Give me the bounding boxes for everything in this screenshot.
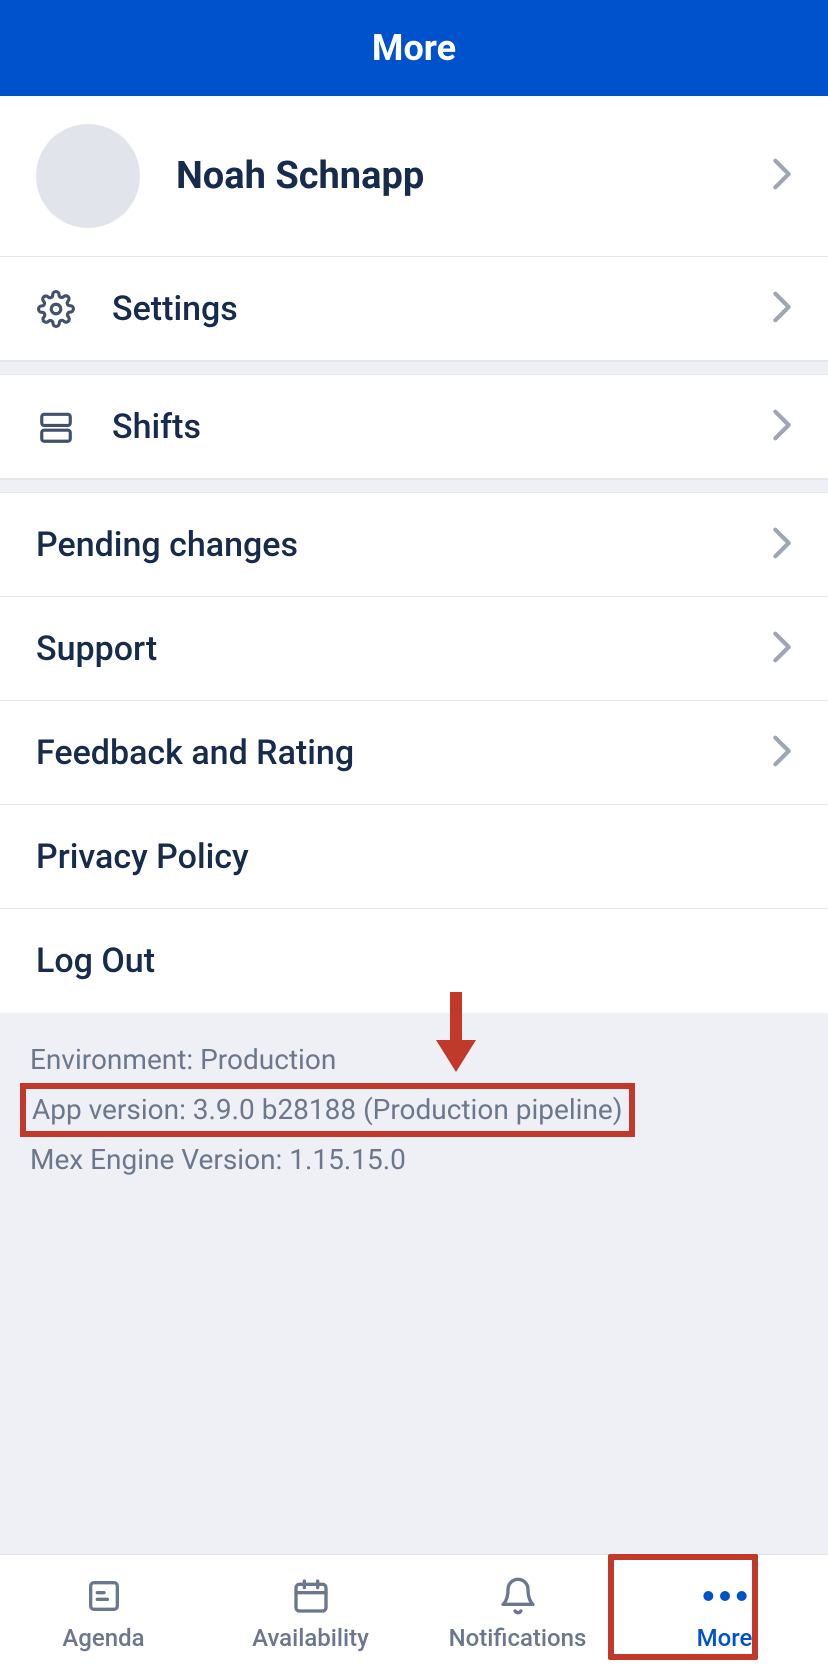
privacy-label: Privacy Policy	[36, 837, 792, 877]
chevron-right-icon	[772, 290, 792, 328]
profile-row[interactable]: Noah Schnapp	[0, 96, 828, 257]
chevron-right-icon	[772, 157, 792, 195]
logout-label: Log Out	[36, 941, 792, 981]
logout-row[interactable]: Log Out	[0, 909, 828, 1013]
tab-notifications[interactable]: Notifications	[414, 1555, 621, 1672]
section-gap	[0, 361, 828, 375]
annotation-highlight-box: App version: 3.9.0 b28188 (Production pi…	[20, 1083, 635, 1137]
chevron-right-icon	[772, 734, 792, 772]
chevron-right-icon	[772, 526, 792, 564]
tab-notifications-label: Notifications	[449, 1624, 587, 1652]
shifts-icon	[36, 408, 76, 446]
profile-name: Noah Schnapp	[176, 154, 772, 198]
pending-changes-row[interactable]: Pending changes	[0, 493, 828, 597]
chevron-right-icon	[772, 408, 792, 446]
agenda-icon	[84, 1576, 124, 1616]
annotation-tab-highlight	[608, 1554, 758, 1660]
chevron-right-icon	[772, 630, 792, 668]
feedback-label: Feedback and Rating	[36, 733, 772, 773]
tab-availability-label: Availability	[252, 1624, 369, 1652]
tab-agenda-label: Agenda	[62, 1624, 144, 1652]
tab-agenda[interactable]: Agenda	[0, 1555, 207, 1672]
avatar	[36, 124, 140, 228]
mex-engine-text: Mex Engine Version: 1.15.15.0	[30, 1139, 798, 1181]
support-label: Support	[36, 629, 772, 669]
app-version-text: App version: 3.9.0 b28188 (Production pi…	[32, 1093, 623, 1126]
header: More	[0, 0, 828, 96]
settings-row[interactable]: Settings	[0, 257, 828, 361]
page-title: More	[372, 27, 456, 69]
shifts-row[interactable]: Shifts	[0, 375, 828, 479]
footer-info: Environment: Production App version: 3.9…	[0, 1013, 828, 1209]
tab-availability[interactable]: Availability	[207, 1555, 414, 1672]
support-row[interactable]: Support	[0, 597, 828, 701]
calendar-icon	[291, 1576, 331, 1616]
pending-changes-label: Pending changes	[36, 525, 772, 565]
settings-label: Settings	[112, 289, 772, 329]
shifts-label: Shifts	[112, 407, 772, 447]
section-gap	[0, 479, 828, 493]
gear-icon	[36, 290, 76, 328]
bell-icon	[498, 1576, 538, 1616]
environment-text: Environment: Production	[30, 1039, 798, 1081]
feedback-row[interactable]: Feedback and Rating	[0, 701, 828, 805]
privacy-row[interactable]: Privacy Policy	[0, 805, 828, 909]
